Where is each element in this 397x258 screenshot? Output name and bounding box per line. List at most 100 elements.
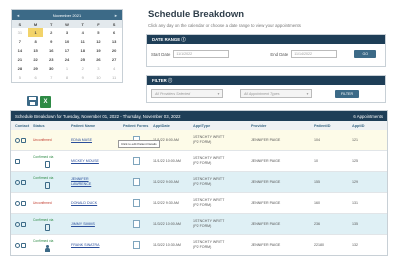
- calendar-day[interactable]: 16: [43, 46, 59, 55]
- calendar-day[interactable]: 10: [59, 37, 75, 46]
- next-month-icon[interactable]: ►: [114, 13, 118, 18]
- calendar-weekday: M: [27, 20, 44, 28]
- calendar-day[interactable]: 8: [59, 73, 75, 82]
- col-appt-id[interactable]: ApptID: [352, 124, 382, 128]
- calendar-day[interactable]: 27: [106, 55, 122, 64]
- prev-month-icon[interactable]: ◄: [16, 13, 20, 18]
- calendar-day[interactable]: 5: [12, 73, 28, 82]
- calendar-day[interactable]: 23: [43, 55, 59, 64]
- col-provider[interactable]: Provider: [251, 124, 314, 128]
- calendar-weekday: S: [12, 20, 28, 28]
- phone-icon[interactable]: [15, 137, 20, 143]
- provider: JENNIFER PAIGE: [251, 138, 281, 142]
- calendar-day[interactable]: 2: [43, 28, 59, 37]
- calendar-day[interactable]: 30: [43, 64, 59, 73]
- calendar-day[interactable]: 25: [75, 55, 91, 64]
- phone-icon[interactable]: [15, 242, 20, 248]
- calendar-day[interactable]: 2: [75, 64, 91, 73]
- calendar-weekday: S: [106, 20, 122, 28]
- start-date-input[interactable]: 11/1/2022: [173, 50, 230, 58]
- patient-tooltip: Click to edit Patient Details: [118, 140, 160, 148]
- appt-id: 132: [352, 243, 358, 247]
- col-patient-forms[interactable]: Patient Forms: [123, 124, 153, 128]
- calendar-day[interactable]: 24: [59, 55, 75, 64]
- patient-name-link[interactable]: FRANK SINATRA: [71, 243, 123, 248]
- phone-icon[interactable]: [15, 200, 20, 206]
- calendar-day[interactable]: 26: [91, 55, 107, 64]
- end-date-input[interactable]: 11/14/2022: [291, 50, 338, 58]
- table-row[interactable]: Confirmed via FRANK SINATRA 11/3/22 10:30 …: [11, 235, 387, 255]
- calendar-day[interactable]: 28: [12, 64, 28, 73]
- table-row[interactable]: Unconfirmed DONALD DUCK 11/2/22 9:30 AM 1ST…: [11, 193, 387, 214]
- calendar-day[interactable]: 8: [28, 37, 44, 46]
- calendar-day[interactable]: 6: [106, 28, 122, 37]
- form-document-icon[interactable]: [133, 220, 140, 228]
- col-patient-id[interactable]: PatientID: [314, 124, 352, 128]
- calendar-day[interactable]: 21: [12, 55, 28, 64]
- calendar-day[interactable]: 31: [12, 28, 28, 37]
- form-document-icon[interactable]: [133, 178, 140, 186]
- calendar-day[interactable]: 13: [106, 37, 122, 46]
- phone-icon[interactable]: [15, 221, 20, 227]
- patient-form-cell: [123, 241, 153, 249]
- table-row[interactable]: Confirmed via JENNIFER LAWRENCE 11/2/22 9:0…: [11, 172, 387, 193]
- calendar-day[interactable]: 11: [75, 37, 91, 46]
- calendar-day[interactable]: 11: [106, 73, 122, 82]
- excel-export-icon[interactable]: X: [40, 96, 51, 108]
- message-icon[interactable]: [21, 242, 26, 248]
- filter-button[interactable]: FILTER: [335, 89, 359, 98]
- calendar-day[interactable]: 29: [28, 64, 44, 73]
- table-row[interactable]: Confirmed via JIMMY SIMMS 11/3/22 10:00 AM…: [11, 214, 387, 235]
- calendar-day[interactable]: 15: [28, 46, 44, 55]
- calendar-day[interactable]: 3: [59, 28, 75, 37]
- message-icon[interactable]: [15, 158, 20, 164]
- calendar-day[interactable]: 18: [75, 46, 91, 55]
- calendar-day[interactable]: 22: [28, 55, 44, 64]
- calendar-day[interactable]: 12: [91, 37, 107, 46]
- col-appt-type[interactable]: ApptType: [193, 124, 251, 128]
- providers-select[interactable]: All Providers Selected ▾: [151, 89, 223, 98]
- patient-name-link[interactable]: JENNIFER LAWRENCE: [71, 177, 123, 187]
- form-document-icon[interactable]: [133, 199, 140, 207]
- patient-name-link[interactable]: EDNA MASE: [71, 138, 123, 143]
- message-icon[interactable]: [21, 179, 26, 185]
- calendar-day[interactable]: 4: [106, 64, 122, 73]
- calendar-day[interactable]: 7: [43, 73, 59, 82]
- col-contact[interactable]: Contact: [11, 124, 33, 128]
- calendar-day[interactable]: 20: [106, 46, 122, 55]
- calendar-day[interactable]: 1: [59, 64, 75, 73]
- col-status[interactable]: Status: [33, 124, 71, 128]
- table-row[interactable]: Unconfirmed EDNA MASE 11/1/22 8:00 AM 1STNC…: [11, 130, 387, 151]
- calendar-day[interactable]: 7: [12, 37, 28, 46]
- go-button[interactable]: GO: [354, 50, 377, 58]
- status-text: Confirmed via: [33, 238, 54, 243]
- calendar-day[interactable]: 19: [91, 46, 107, 55]
- calendar-day[interactable]: 14: [12, 46, 28, 55]
- appointment-types-select[interactable]: All Appointment Types ▾: [240, 89, 312, 98]
- calendar-day[interactable]: 6: [28, 73, 44, 82]
- calendar-day[interactable]: 1: [27, 28, 44, 37]
- table-row[interactable]: Confirmed via MICKEY MOUSE 11/1/22 10:00 A…: [11, 151, 387, 172]
- appt-id: 125: [352, 159, 358, 163]
- message-icon[interactable]: [21, 221, 26, 227]
- print-icon[interactable]: [27, 96, 38, 106]
- calendar-day[interactable]: 5: [91, 28, 107, 37]
- calendar-day[interactable]: 4: [75, 28, 91, 37]
- form-document-icon[interactable]: [133, 241, 140, 249]
- patient-name-link[interactable]: JIMMY SIMMS: [71, 222, 123, 227]
- patient-name-link[interactable]: DONALD DUCK: [71, 201, 123, 206]
- calendar-day[interactable]: 9: [43, 37, 59, 46]
- phone-icon[interactable]: [15, 179, 20, 185]
- calendar-day[interactable]: 9: [75, 73, 91, 82]
- appt-type-line: (P2 FORM): [193, 182, 212, 186]
- col-patient-name[interactable]: Patient Name: [71, 124, 123, 128]
- calendar-day[interactable]: 17: [59, 46, 75, 55]
- patient-name-link[interactable]: MICKEY MOUSE: [71, 159, 123, 164]
- form-document-icon[interactable]: [133, 157, 140, 165]
- message-icon[interactable]: [21, 200, 26, 206]
- col-appt-date[interactable]: ApptDate: [153, 124, 193, 128]
- calendar-day[interactable]: 3: [91, 64, 107, 73]
- message-icon[interactable]: [21, 137, 26, 143]
- contact-icons: [11, 158, 33, 164]
- calendar-day[interactable]: 10: [91, 73, 107, 82]
